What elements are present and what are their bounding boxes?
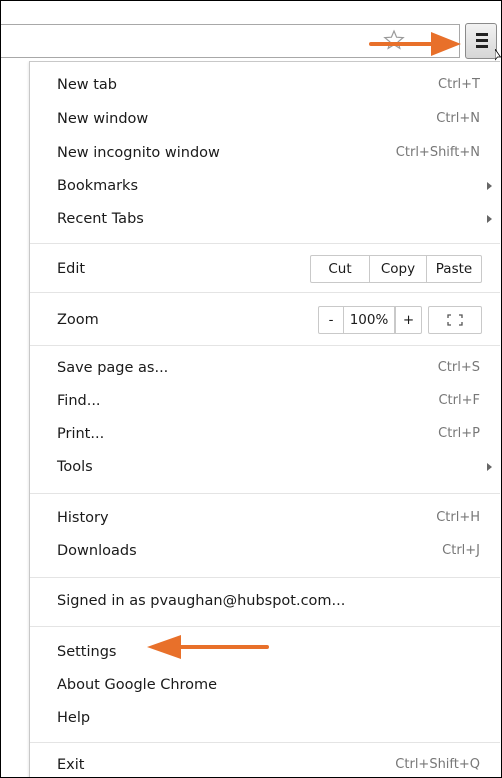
submenu-arrow-icon	[487, 463, 492, 471]
menu-item-label: Bookmarks	[57, 178, 139, 194]
menu-item-label: New window	[57, 111, 149, 127]
menu-item-label: Exit	[57, 757, 85, 773]
menu-item-shortcut: Ctrl+Shift+N	[395, 145, 480, 160]
menu-item-label: Save page as...	[57, 360, 169, 376]
zoom-out-button[interactable]: -	[319, 307, 343, 333]
submenu-arrow-icon	[487, 215, 492, 223]
fullscreen-icon	[447, 314, 463, 326]
menu-item-settings[interactable]: Settings	[57, 638, 482, 666]
menu-item-label: History	[57, 510, 109, 526]
menu-item-help[interactable]: Help	[57, 704, 482, 732]
copy-button[interactable]: Copy	[369, 256, 426, 282]
star-icon[interactable]	[383, 29, 405, 51]
paste-button[interactable]: Paste	[426, 256, 481, 282]
menu-item-label: New incognito window	[57, 145, 220, 161]
menu-separator	[30, 345, 500, 346]
browser-toolbar	[1, 1, 501, 61]
menu-item-label: Tools	[57, 459, 93, 475]
menu-item-label: Print...	[57, 426, 105, 442]
menu-item-label: Settings	[57, 644, 117, 660]
edit-button-group: Cut Copy Paste	[310, 255, 482, 283]
menu-separator	[30, 577, 500, 578]
menu-item-zoom: Zoom - 100% +	[57, 306, 482, 334]
menu-item-shortcut: Ctrl+Shift+Q	[395, 757, 480, 772]
menu-item-shortcut: Ctrl+T	[438, 77, 480, 92]
menu-item-label: Signed in as pvaughan@hubspot.com...	[57, 593, 346, 609]
browser-window: New tab Ctrl+T New window Ctrl+N New inc…	[0, 0, 502, 778]
menu-item-tools[interactable]: Tools	[57, 453, 492, 481]
zoom-level: 100%	[343, 307, 395, 333]
cut-button[interactable]: Cut	[311, 256, 369, 282]
menu-item-label: Edit	[57, 261, 86, 277]
menu-separator	[30, 493, 500, 494]
menu-item-label: Help	[57, 710, 91, 726]
menu-item-label: New tab	[57, 77, 118, 93]
menu-item-shortcut: Ctrl+H	[436, 510, 480, 525]
menu-item-new-incognito-window[interactable]: New incognito window Ctrl+Shift+N	[57, 139, 482, 167]
menu-item-label: Zoom	[57, 312, 99, 328]
menu-item-edit: Edit Cut Copy Paste	[57, 255, 482, 283]
menu-item-find[interactable]: Find... Ctrl+F	[57, 387, 482, 415]
menu-separator	[30, 626, 500, 627]
menu-item-label: Downloads	[57, 543, 137, 559]
menu-item-about-google-chrome[interactable]: About Google Chrome	[57, 671, 482, 699]
menu-item-save-page-as[interactable]: Save page as... Ctrl+S	[57, 354, 482, 382]
menu-item-new-window[interactable]: New window Ctrl+N	[57, 105, 482, 133]
menu-item-bookmarks[interactable]: Bookmarks	[57, 172, 492, 200]
zoom-in-button[interactable]: +	[395, 307, 421, 333]
menu-item-shortcut: Ctrl+S	[437, 360, 480, 375]
menu-item-exit[interactable]: Exit Ctrl+Shift+Q	[57, 751, 482, 777]
menu-item-shortcut: Ctrl+N	[436, 111, 480, 126]
zoom-button-group: - 100% +	[318, 306, 422, 334]
menu-item-label: Find...	[57, 393, 101, 409]
mouse-cursor-icon	[495, 49, 501, 61]
menu-item-shortcut: Ctrl+P	[438, 426, 480, 441]
menu-separator	[30, 292, 500, 293]
menu-item-recent-tabs[interactable]: Recent Tabs	[57, 205, 492, 233]
chrome-menu-button[interactable]	[465, 23, 497, 59]
menu-item-downloads[interactable]: Downloads Ctrl+J	[57, 537, 482, 565]
menu-separator	[30, 742, 500, 743]
menu-item-print[interactable]: Print... Ctrl+P	[57, 420, 482, 448]
menu-item-signed-in[interactable]: Signed in as pvaughan@hubspot.com...	[57, 587, 482, 615]
menu-separator	[30, 243, 500, 244]
menu-item-label: Recent Tabs	[57, 211, 144, 227]
submenu-arrow-icon	[487, 182, 492, 190]
menu-item-new-tab[interactable]: New tab Ctrl+T	[57, 71, 482, 99]
fullscreen-button[interactable]	[428, 306, 482, 334]
menu-item-shortcut: Ctrl+J	[442, 543, 480, 558]
chrome-menu: New tab Ctrl+T New window Ctrl+N New inc…	[29, 61, 500, 777]
menu-item-label: About Google Chrome	[57, 677, 218, 693]
menu-item-history[interactable]: History Ctrl+H	[57, 504, 482, 532]
menu-item-shortcut: Ctrl+F	[438, 393, 480, 408]
